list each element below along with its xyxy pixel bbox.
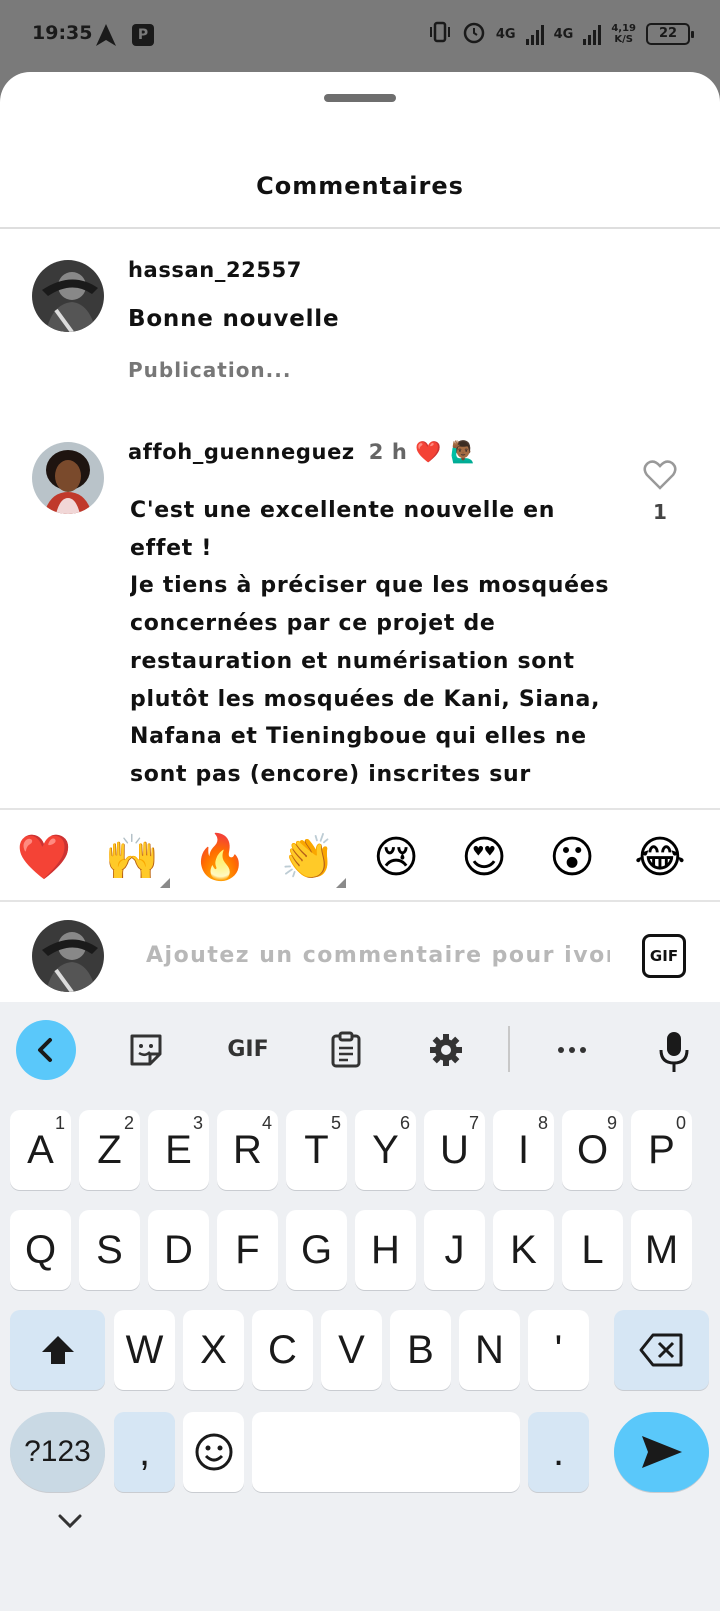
vibrate-icon (428, 21, 452, 47)
current-user-avatar (32, 920, 104, 992)
gif-keyboard-button[interactable]: GIF (220, 1030, 276, 1070)
key-r[interactable]: R4 (217, 1110, 278, 1190)
key-i[interactable]: I8 (493, 1110, 554, 1190)
key-j[interactable]: J (424, 1210, 485, 1290)
comment-header: affoh_guenneguez 2 h ❤️ 🙋🏾‍♂️ (128, 440, 477, 465)
collapse-toolbar-button[interactable] (16, 1020, 76, 1080)
key-u[interactable]: U7 (424, 1110, 485, 1190)
comment-text: Bonne nouvelle (128, 306, 340, 332)
heart-outline-icon[interactable] (640, 460, 680, 494)
sticker-icon[interactable] (126, 1030, 166, 1070)
variant-indicator (160, 878, 170, 888)
emoji-raising-hands[interactable]: 🙌 (102, 828, 170, 888)
app-notification-icon: P (132, 24, 154, 46)
key-p[interactable]: P0 (631, 1110, 692, 1190)
shift-key[interactable] (10, 1310, 105, 1390)
key-v[interactable]: V (321, 1310, 382, 1390)
network-type-2: 4G (553, 26, 574, 42)
clipboard-icon[interactable] (326, 1030, 366, 1070)
emoji-clapping[interactable]: 👏 (278, 828, 346, 888)
toolbar-separator (508, 1026, 510, 1072)
key-c[interactable]: C (252, 1310, 313, 1390)
navigation-arrow-icon (96, 24, 116, 50)
avatar[interactable] (32, 260, 104, 332)
avatar[interactable] (32, 442, 104, 514)
emoji-laughing[interactable]: 😂 (630, 828, 690, 888)
settings-gear-icon[interactable] (426, 1030, 466, 1070)
send-arrow-icon (641, 1436, 682, 1468)
chevron-left-icon (38, 1038, 52, 1062)
author-reaction-emojis: ❤️ 🙋🏾‍♂️ (415, 440, 477, 464)
gif-button[interactable]: GIF (642, 934, 686, 978)
key-d[interactable]: D (148, 1210, 209, 1290)
comment-username[interactable]: affoh_guenneguez (128, 440, 355, 464)
hide-keyboard-chevron-icon[interactable] (56, 1512, 84, 1534)
keyboard: GIF A1 Z2 E3 R4 T5 Y6 U7 I8 O9 P0 Q S D … (0, 1002, 720, 1611)
emoji-heart-eyes[interactable]: 😍 (454, 828, 514, 888)
key-f[interactable]: F (217, 1210, 278, 1290)
emoji-key[interactable] (183, 1412, 244, 1492)
drag-handle[interactable] (324, 94, 396, 102)
symbols-key[interactable]: ?123 (10, 1412, 105, 1492)
like-area: 1 (640, 460, 680, 524)
sheet-title: Commentaires (256, 172, 464, 200)
key-k[interactable]: K (493, 1210, 554, 1290)
period-key[interactable]: . (528, 1412, 589, 1492)
space-key[interactable] (252, 1412, 520, 1492)
comma-key[interactable]: , (114, 1412, 175, 1492)
key-g[interactable]: G (286, 1210, 347, 1290)
status-right: 4G 4G 4,19 K/S 22 (428, 20, 694, 48)
signal-icon (525, 23, 544, 45)
status-time: 19:35 (32, 22, 93, 44)
key-b[interactable]: B (390, 1310, 451, 1390)
key-e[interactable]: E3 (148, 1110, 209, 1190)
shift-arrow-icon (41, 1336, 74, 1364)
variant-indicator (336, 878, 346, 888)
battery-icon: 22 (646, 23, 694, 45)
comment-time: 2 h (368, 440, 408, 464)
key-z[interactable]: Z2 (79, 1110, 140, 1190)
alarm-icon (462, 20, 486, 48)
header-divider (0, 227, 720, 229)
comment-input-row: GIF (0, 904, 720, 1004)
status-bar: 19:35 P 4G 4G 4,19 K/S 22 (0, 0, 720, 72)
backspace-key[interactable] (614, 1310, 709, 1390)
key-l[interactable]: L (562, 1210, 623, 1290)
comment-input[interactable] (146, 938, 610, 972)
key-x[interactable]: X (183, 1310, 244, 1390)
key-t[interactable]: T5 (286, 1110, 347, 1190)
microphone-icon[interactable] (654, 1030, 694, 1072)
emoji-surprised[interactable]: 😮 (542, 828, 602, 888)
backspace-icon (639, 1333, 682, 1367)
comment-username[interactable]: hassan_22557 (128, 258, 302, 282)
more-icon[interactable] (552, 1030, 592, 1070)
emoji-crying[interactable]: 😢 (366, 828, 426, 888)
comment-text: C'est une excellente nouvelle en effet !… (130, 498, 610, 787)
key-apostrophe[interactable]: ' (528, 1310, 589, 1390)
network-speed: 4,19 K/S (611, 23, 636, 45)
comment-status: Publication... (128, 358, 292, 382)
key-o[interactable]: O9 (562, 1110, 623, 1190)
emoji-fire[interactable]: 🔥 (190, 828, 250, 888)
send-key[interactable] (614, 1412, 709, 1492)
like-count: 1 (653, 500, 667, 524)
key-h[interactable]: H (355, 1210, 416, 1290)
quick-emoji-bar: ❤️ 🙌 🔥 👏 😢 😍 😮 😂 (0, 808, 720, 902)
key-y[interactable]: Y6 (355, 1110, 416, 1190)
keyboard-toolbar: GIF (0, 1002, 720, 1098)
emoji-heart[interactable]: ❤️ (14, 828, 74, 888)
key-m[interactable]: M (631, 1210, 692, 1290)
key-s[interactable]: S (79, 1210, 140, 1290)
network-type-1: 4G (495, 26, 516, 42)
key-n[interactable]: N (459, 1310, 520, 1390)
smiley-icon (195, 1433, 232, 1471)
key-w[interactable]: W (114, 1310, 175, 1390)
signal-icon-2 (583, 23, 602, 45)
key-a[interactable]: A1 (10, 1110, 71, 1190)
key-q[interactable]: Q (10, 1210, 71, 1290)
